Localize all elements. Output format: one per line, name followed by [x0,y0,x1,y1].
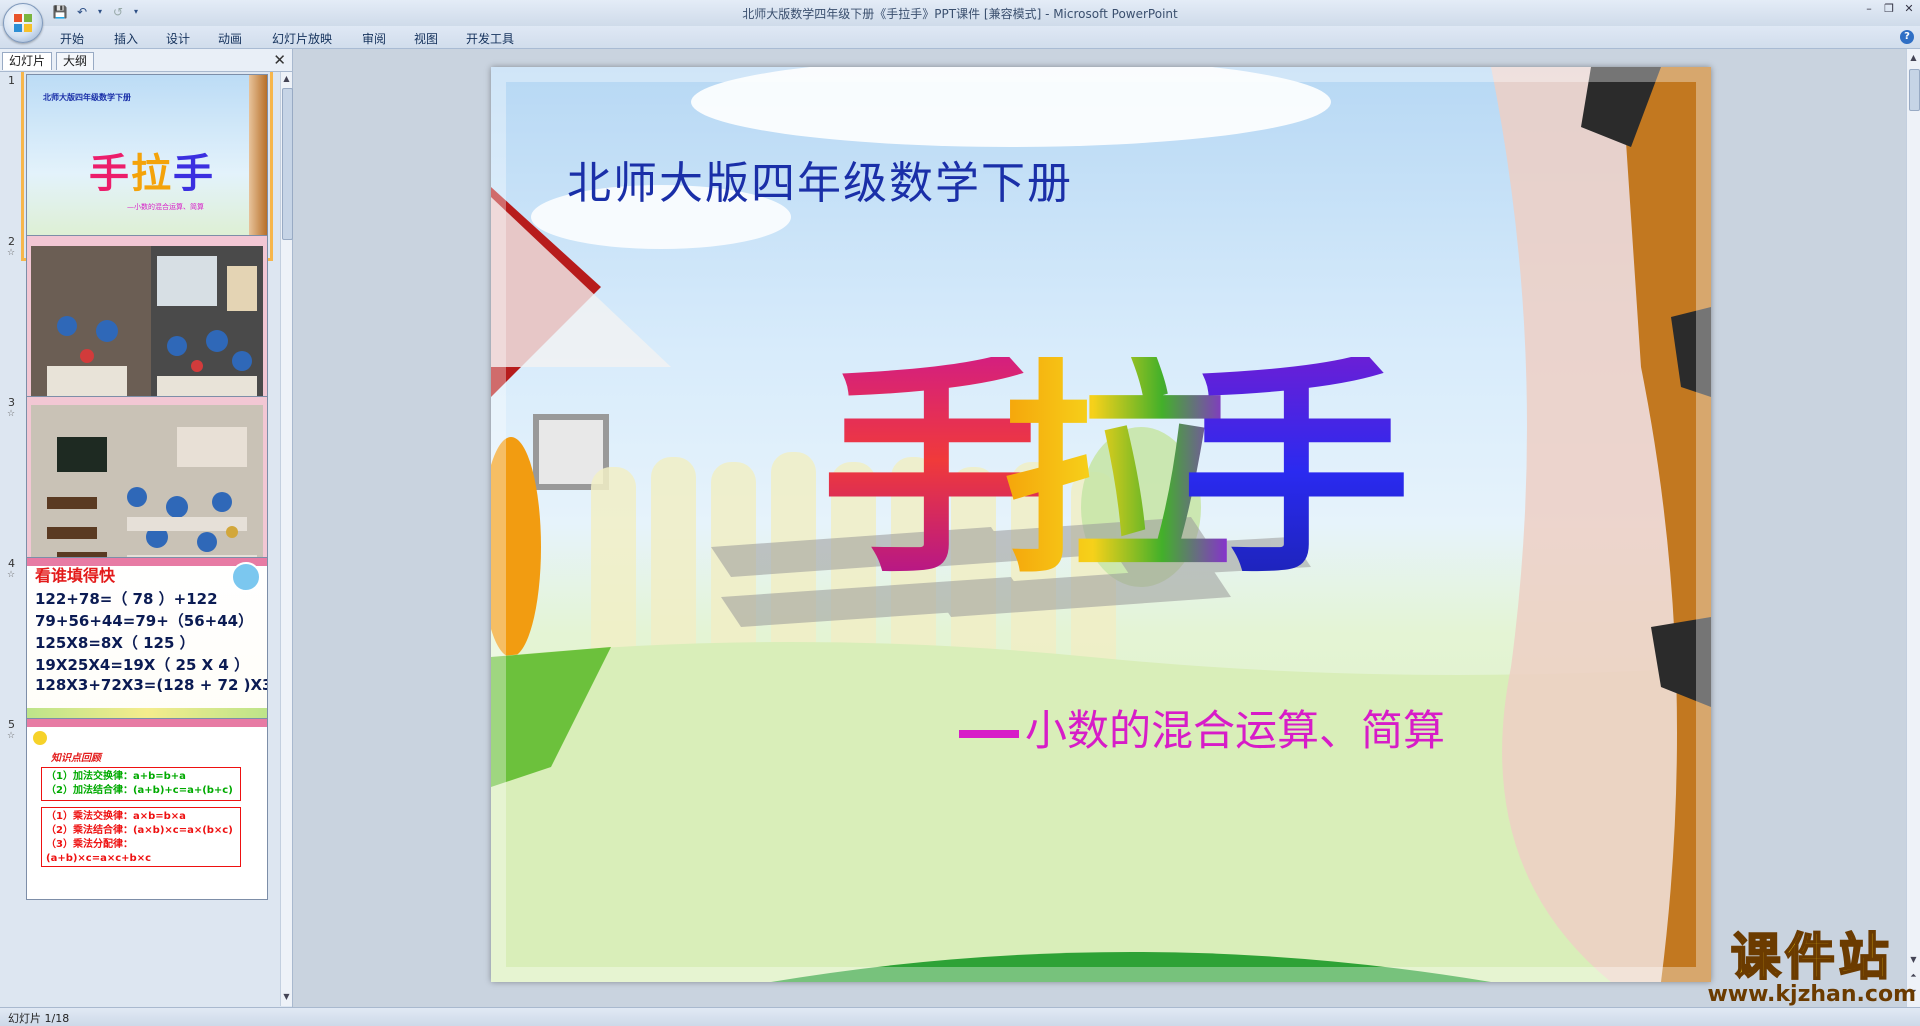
title-bar: 💾 ↶ ▾ ↺ ▾ 北师大版数学四年级下册《手拉手》PPT课件 [兼容模式] -… [0,0,1920,27]
equation-line: 122+78=（ 78 ）+122 [35,590,218,608]
thumbnail-slide-3[interactable] [26,396,268,578]
animation-star-icon: ☆ [7,409,16,419]
scroll-thumb[interactable] [1909,69,1920,111]
equation-line: 128X3+72X3=(128 + 72 )X3 [35,676,268,694]
slide-canvas[interactable]: 北师大版四年级数学下册 手 拉 手 小数的混合运算、简算 [491,67,1711,982]
slide-indicator: 幻灯片 1/18 [8,1012,70,1025]
thumbnail-slide-2[interactable] [26,235,268,417]
tab-design[interactable]: 设计 [166,30,190,47]
scroll-down-icon[interactable]: ▼ [282,992,291,1004]
tab-slideshow[interactable]: 幻灯片放映 [272,30,332,47]
close-icon[interactable]: ✕ [1902,2,1916,15]
thumb-heading: 知识点回顾 [51,753,101,764]
scroll-up-icon[interactable]: ▲ [282,74,291,86]
thumb-char-3: 手 [173,151,215,197]
equation-line: 125X8=8X（ 125 ） [35,634,195,652]
smiley-icon [33,731,47,745]
help-icon[interactable]: ? [1900,30,1914,44]
pane-tabs: 幻灯片 大纲 ✕ [0,49,292,72]
tab-outline[interactable]: 大纲 [56,52,95,70]
top-border [27,719,267,727]
window-title: 北师大版数学四年级下册《手拉手》PPT课件 [兼容模式] - Microsoft… [742,7,1178,21]
thumb-number: 3 [8,396,15,409]
office-button[interactable] [3,3,43,43]
thumb-title: 北师大版四年级数学下册 [43,93,131,102]
equation-line: 19X25X4=19X（ 25 X 4 ） [35,656,250,674]
classroom-photo [27,397,267,577]
law-line: （3）乘法分配律：(a+b)×c=a×c+b×c [46,839,152,864]
thumb-heading: 看谁填得快 [35,566,116,585]
thumb-char-1: 手 [89,151,131,197]
tab-animations[interactable]: 动画 [218,30,242,47]
restore-icon[interactable]: ❐ [1882,2,1896,15]
thumb-number: 1 [8,74,15,87]
animation-star-icon: ☆ [7,731,16,741]
thumb-big-text: 手拉手 [89,141,215,199]
status-bar: 幻灯片 1/18 [0,1007,1920,1026]
slides-pane: 幻灯片 大纲 ✕ 1 北师大版四年级数学下册 手拉手 —小数的混合运算、简算 2… [0,49,293,1007]
slide-subtitle[interactable]: 小数的混合运算、简算 [959,697,1445,758]
thumb-subtitle: —小数的混合运算、简算 [127,203,204,211]
law-line: （1）乘法交换律：a×b=b×a [46,811,186,822]
thumbnail-slide-4[interactable]: 看谁填得快 122+78=（ 78 ）+122 79+56+44=79+（56+… [26,557,268,739]
close-pane-icon[interactable]: ✕ [273,51,286,69]
thumbnail-slide-5[interactable]: 知识点回顾 （1）加法交换律：a+b=b+a （2）加法结合律：(a+b)+c=… [26,718,268,900]
law-box: （1）乘法交换律：a×b=b×a （2）乘法结合律：(a×b)×c=a×(b×c… [41,807,241,867]
tab-developer[interactable]: 开发工具 [466,30,514,47]
scroll-thumb[interactable] [282,88,293,240]
thumb-number: 5 [8,718,15,731]
tab-review[interactable]: 审阅 [362,30,386,47]
thumb-char-2: 拉 [131,151,173,197]
watermark-url: www.kjzhan.com [1707,982,1916,1007]
ribbon-tabs: 开始 插入 设计 动画 幻灯片放映 审阅 视图 开发工具 ? [0,26,1920,49]
editor-scrollbar[interactable]: ▲ ▼ ⏶ ⏷ [1906,49,1920,1007]
subtitle-dash [959,730,1019,738]
thumbnail-list: 1 北师大版四年级数学下册 手拉手 —小数的混合运算、简算 2 ☆ 3 ☆ 4 … [0,72,280,1006]
tab-insert[interactable]: 插入 [114,30,138,47]
equation-line: 79+56+44=79+（56+44） [35,612,254,630]
slide-title[interactable]: 北师大版四年级数学下册 [567,147,1073,211]
subtitle-text: 小数的混合运算、简算 [1025,706,1446,755]
cartoon-face-icon [231,562,261,592]
big-char-3[interactable]: 手 [1181,357,1411,587]
law-box: （1）加法交换律：a+b=b+a （2）加法结合律：(a+b)+c=a+(b+c… [41,767,241,801]
thumbnail-slide-1[interactable]: 北师大版四年级数学下册 手拉手 —小数的混合运算、简算 [21,72,273,261]
animation-star-icon: ☆ [7,570,16,580]
tab-view[interactable]: 视图 [414,30,438,47]
law-line: （1）加法交换律：a+b=b+a [46,771,186,782]
law-line: （2）加法结合律：(a+b)+c=a+(b+c) [46,785,233,796]
minimize-icon[interactable]: – [1862,2,1876,15]
window-controls: – ❐ ✕ [1862,2,1916,15]
thumb-number: 4 [8,557,15,570]
classroom-photo [27,236,267,416]
thumb-number: 2 [8,235,15,248]
watermark-text: 课件站 [1730,928,1893,986]
tab-slides[interactable]: 幻灯片 [2,52,53,70]
thumbnail-scrollbar[interactable]: ▲ ▼ [280,72,293,1006]
watermark: 课件站 www.kjzhan.com [1707,928,1916,1007]
tree-trunk [249,75,267,255]
tab-home[interactable]: 开始 [60,30,84,47]
scroll-up-icon[interactable]: ▲ [1909,53,1918,65]
office-logo-icon [14,14,32,32]
law-line: （2）乘法结合律：(a×b)×c=a×(b×c) [46,825,233,836]
animation-star-icon: ☆ [7,248,16,258]
